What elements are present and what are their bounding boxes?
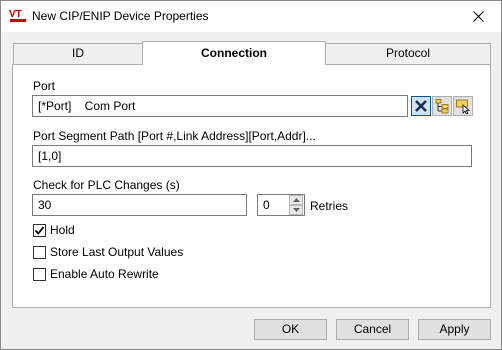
clear-port-button[interactable] [411, 96, 431, 116]
ok-button[interactable]: OK [254, 319, 327, 340]
store-last-output-label: Store Last Output Values [50, 245, 184, 259]
store-last-output-checkbox[interactable] [33, 246, 46, 259]
check-plc-label: Check for PLC Changes (s) [33, 178, 180, 192]
spin-up-button[interactable] [289, 195, 303, 205]
select-pointer-icon [456, 99, 471, 114]
vt-logo-icon: VT [9, 9, 26, 22]
select-port-button[interactable] [453, 96, 473, 116]
checkmark-icon [34, 226, 45, 235]
tab-connection[interactable]: Connection [142, 41, 326, 65]
segment-path-label: Port Segment Path [Port #,Link Address][… [33, 129, 316, 143]
hold-checkbox[interactable] [33, 224, 46, 237]
apply-button[interactable]: Apply [418, 319, 491, 340]
enable-auto-rewrite-label: Enable Auto Rewrite [50, 267, 159, 281]
hold-checkbox-label: Hold [50, 223, 75, 237]
browse-tree-icon [435, 99, 449, 114]
dialog-window: VT New CIP/ENIP Device Properties ID Con… [0, 0, 502, 350]
chevron-down-icon [292, 208, 300, 212]
browse-port-button[interactable] [432, 96, 452, 116]
spin-down-button[interactable] [289, 205, 303, 215]
retries-spinner[interactable] [289, 194, 305, 216]
port-field[interactable]: [*Port] Com Port [32, 95, 408, 117]
port-label: Port [33, 79, 56, 93]
title-bar: VT New CIP/ENIP Device Properties [1, 1, 501, 32]
window-title: New CIP/ENIP Device Properties [32, 9, 209, 23]
cancel-button[interactable]: Cancel [336, 319, 409, 340]
close-icon [472, 11, 484, 22]
tab-protocol[interactable]: Protocol [325, 43, 491, 64]
chevron-up-icon [292, 198, 300, 202]
retries-label: Retries [310, 199, 349, 213]
close-button[interactable] [455, 1, 501, 32]
check-interval-field[interactable]: 30 [32, 194, 247, 216]
clear-x-icon [415, 100, 427, 112]
enable-auto-rewrite-checkbox[interactable] [33, 268, 46, 281]
svg-text:VT: VT [9, 9, 22, 20]
segment-path-field[interactable]: [1,0] [32, 145, 472, 167]
tab-id[interactable]: ID [13, 43, 143, 64]
